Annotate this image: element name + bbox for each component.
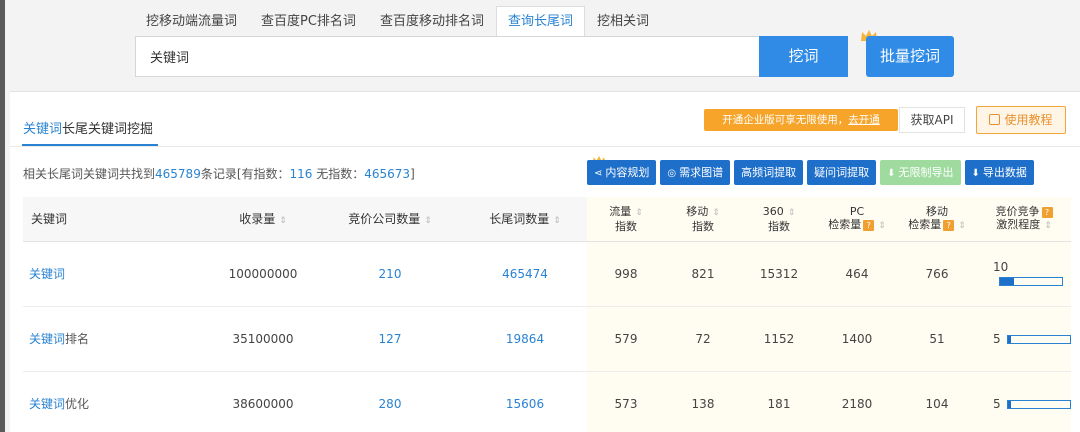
index-360-cell: 181 [741,371,817,432]
pc-search-cell: 2180 [817,371,897,432]
demand-graph-button[interactable]: ◎ 需求图谱 [660,160,731,185]
col-keyword[interactable]: 关键词 [23,197,209,242]
bid-companies-cell[interactable]: 280 [317,371,463,432]
traffic-index-cell: 573 [587,371,665,432]
window-edge [0,0,5,432]
result-summary: 相关长尾词关键词共找到465789条记录[有指数：116 无指数：465673] [23,167,415,181]
sort-icon: ⇕ [424,216,432,227]
competition-cell: 5 [977,371,1071,432]
results-panel: 关键词长尾关键词挖掘 开通企业版可享无限使用，去开通 获取API 使用教程 相关… [10,91,1080,432]
mobile-index-cell: 821 [665,241,741,307]
mobile-index-cell: 72 [665,306,741,372]
sort-icon: ⇕ [553,216,561,227]
sort-icon: ⇕ [635,207,643,218]
mobile-search-cell: 766 [897,241,977,307]
unlimited-export-button[interactable]: ⬇ 无限制导出 [880,160,961,185]
panel-divider [10,146,1080,147]
competition-cell: 10 [977,241,1071,307]
col-traffic-index[interactable]: 流量 ⇕ 指数 [587,197,665,242]
traffic-index-cell: 579 [587,306,665,372]
keyword-cell[interactable]: 关键词 [23,241,209,307]
mobile-search-cell: 51 [897,306,977,372]
search-box [135,36,760,77]
download-icon: ⬇ [887,168,896,179]
sort-icon: ⇕ [878,220,886,231]
sort-icon: ⇕ [958,220,966,231]
keyword-cell[interactable]: 关键词优化 [23,371,209,432]
indexed-cell: 38600000 [209,371,317,432]
competition-bar [1006,334,1071,344]
mobile-search-cell: 104 [897,371,977,432]
pc-search-cell: 464 [817,241,897,307]
action-toolbar: ⋖ 内容规划 ◎ 需求图谱 高频词提取 疑问词提取 ⬇ 无限制导出 ⬇ 导出数据 [587,160,1034,185]
keyword-cell[interactable]: 关键词排名 [23,306,209,372]
table-header-row: 关键词 收录量 ⇕ 竞价公司数量 ⇕ 长尾词数量 ⇕ 流量 ⇕ 指数 移动 ⇕ 指数 360 ⇕… [23,197,1071,242]
col-360-index[interactable]: 360 ⇕ 指数 [741,197,817,242]
bid-companies-cell[interactable]: 210 [317,241,463,307]
help-icon[interactable]: ? [943,219,955,231]
download-icon: ⬇ [971,168,980,179]
tab-mobile-traffic[interactable]: 挖移动端流量词 [134,6,249,36]
results-table: 关键词 收录量 ⇕ 竞价公司数量 ⇕ 长尾词数量 ⇕ 流量 ⇕ 指数 移动 ⇕ 指数 360 ⇕… [23,197,1071,432]
indexed-cell: 100000000 [209,241,317,307]
export-data-button[interactable]: ⬇ 导出数据 [964,160,1034,185]
index-360-cell: 1152 [741,306,817,372]
table-row: 关键词 100000000 210 465474 998 821 15312 4… [23,241,1071,307]
tab-baidu-mobile-rank[interactable]: 查百度移动排名词 [368,6,496,36]
panel-title: 关键词长尾关键词挖掘 [23,122,154,137]
tutorial-button[interactable]: 使用教程 [976,106,1066,134]
longtail-cell[interactable]: 465474 [463,241,587,307]
tab-related[interactable]: 挖相关词 [585,6,661,36]
question-extract-button[interactable]: 疑问词提取 [807,160,877,185]
competition-bar [999,276,1063,286]
competition-bar [1006,399,1071,409]
competition-cell: 5 [977,306,1071,372]
col-bid-companies[interactable]: 竞价公司数量 ⇕ [317,197,463,242]
tab-baidu-pc-rank[interactable]: 查百度PC排名词 [249,6,368,36]
share-icon: ⋖ [594,168,603,179]
content-plan-button[interactable]: ⋖ 内容规划 [587,160,657,185]
dig-button[interactable]: 挖词 [759,36,848,77]
high-freq-extract-button[interactable]: 高频词提取 [734,160,804,185]
help-icon[interactable]: ? [863,219,875,231]
batch-dig-button[interactable]: 批量挖词 [866,36,954,77]
traffic-index-cell: 998 [587,241,665,307]
eye-icon: ◎ [667,168,677,179]
promo-link[interactable]: 去开通 [848,114,880,126]
tutorial-icon [989,114,1001,125]
sort-icon: ⇕ [787,207,796,218]
col-competition[interactable]: 竞价竞争? 激烈程度 ⇕ [977,197,1071,242]
col-pc-search[interactable]: PC 检索量? ⇕ [817,197,897,242]
mode-tabs: 挖移动端流量词 查百度PC排名词 查百度移动排名词 查询长尾词 挖相关词 [134,6,661,36]
help-icon[interactable]: ? [1041,206,1053,218]
tab-longtail[interactable]: 查询长尾词 [495,6,585,36]
table-row: 关键词排名 35100000 127 19864 579 72 1152 140… [23,306,1071,372]
longtail-cell[interactable]: 19864 [463,306,587,372]
search-input[interactable] [136,37,759,76]
bid-companies-cell[interactable]: 127 [317,306,463,372]
longtail-cell[interactable]: 15606 [463,371,587,432]
col-mobile-index[interactable]: 移动 ⇕ 指数 [665,197,741,242]
col-indexed[interactable]: 收录量 ⇕ [209,197,317,242]
get-api-button[interactable]: 获取API [899,107,965,133]
col-longtail[interactable]: 长尾词数量 ⇕ [463,197,587,242]
sort-icon: ⇕ [279,216,287,227]
pc-search-cell: 1400 [817,306,897,372]
mobile-index-cell: 138 [665,371,741,432]
indexed-cell: 35100000 [209,306,317,372]
col-mobile-search[interactable]: 移动 检索量? ⇕ [897,197,977,242]
table-row: 关键词优化 38600000 280 15606 573 138 181 218… [23,371,1071,432]
sort-icon: ⇕ [712,207,720,218]
index-360-cell: 15312 [741,241,817,307]
promo-banner: 开通企业版可享无限使用，去开通 [704,109,898,131]
sort-icon: ⇕ [1044,220,1052,231]
